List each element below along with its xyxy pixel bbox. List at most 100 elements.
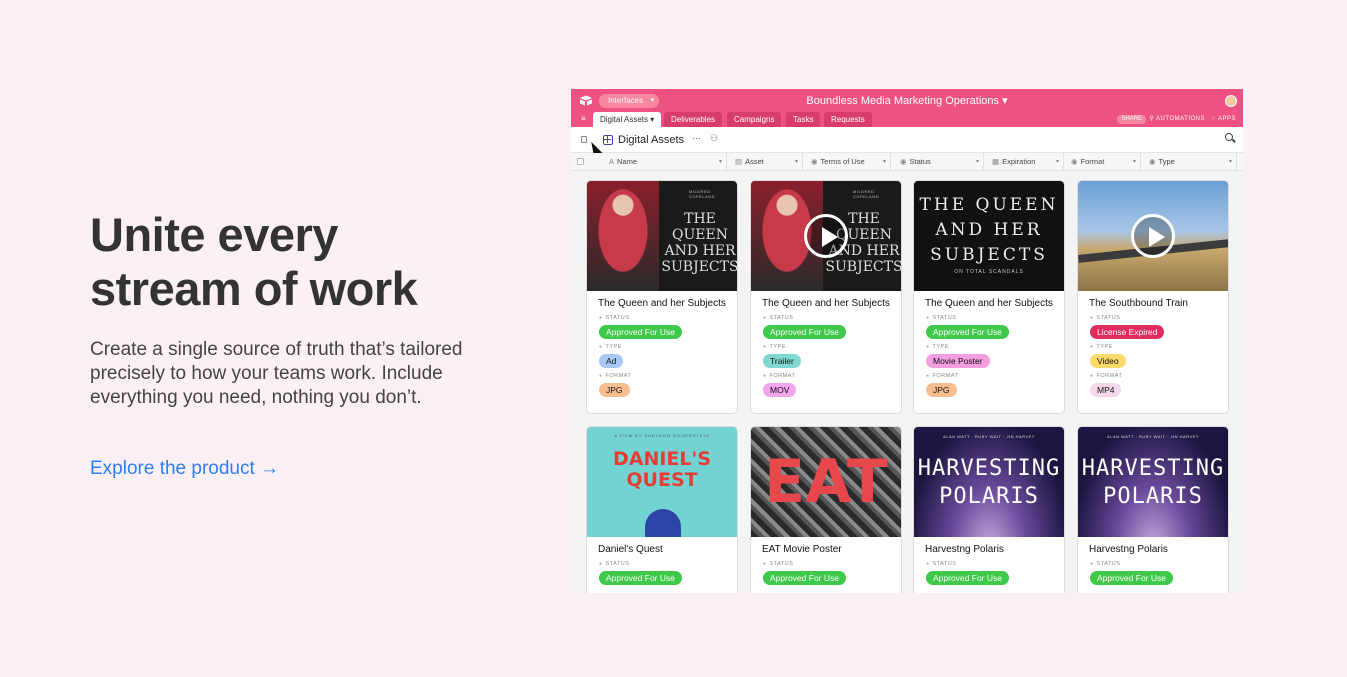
- grid-view-icon: [603, 135, 613, 145]
- menu-icon[interactable]: ≡: [581, 114, 586, 123]
- card-title: The Queen and her Subjects: [762, 298, 890, 309]
- status-label: STATUS: [1078, 557, 1228, 568]
- poster-title: DANIEL'S QUEST: [612, 448, 712, 491]
- chevron-down-icon: ▾: [1132, 159, 1136, 165]
- field-label: Asset: [745, 157, 764, 166]
- chevron-down-icon: ▾: [794, 159, 798, 165]
- play-icon[interactable]: [1131, 214, 1175, 258]
- share-button[interactable]: SHARE: [1117, 115, 1146, 124]
- status-label: STATUS: [914, 557, 1064, 568]
- select-icon: ◉: [900, 157, 907, 166]
- poster-credit: MILDRED COPELAND: [689, 189, 716, 199]
- field-expiration[interactable]: ▦ Expiration ▾: [988, 153, 1064, 171]
- format-badge: JPG: [599, 383, 630, 397]
- status-label: STATUS: [587, 311, 737, 322]
- gallery-card[interactable]: A FILM BY SHELDON SILVERSTEIN DANIEL'S Q…: [586, 426, 738, 593]
- status-badge: Approved For Use: [1090, 571, 1173, 585]
- card-title: Harvestng Polaris: [925, 544, 1004, 555]
- tab-requests[interactable]: Requests: [824, 112, 872, 127]
- field-asset[interactable]: ▤ Asset ▾: [731, 153, 803, 171]
- view-title[interactable]: Digital Assets: [618, 133, 684, 147]
- card-thumbnail: EAT: [751, 427, 901, 537]
- type-badge: Movie Poster: [926, 354, 990, 368]
- format-label: FORMAT: [751, 369, 901, 380]
- field-label: Expiration: [1002, 157, 1036, 166]
- field-label: Status: [909, 157, 931, 166]
- status-badge: License Expired: [1090, 325, 1165, 339]
- format-label: FORMAT: [587, 369, 737, 380]
- tab-campaigns[interactable]: Campaigns: [727, 112, 782, 127]
- top-bar: Interfaces ▾ Boundless Media Marketing O…: [571, 89, 1243, 112]
- field-terms-of-use[interactable]: ◉ Terms of Use ▾: [807, 153, 891, 171]
- sidebar-toggle-icon[interactable]: [581, 136, 587, 143]
- automations-button[interactable]: ⚲ AUTOMATIONS: [1149, 112, 1205, 127]
- type-badge: Ad: [599, 354, 624, 368]
- more-options-icon[interactable]: ···: [692, 133, 701, 143]
- hero-headline-line2: stream of work: [90, 262, 418, 315]
- gallery-card[interactable]: THE QUEEN AND HER SUBJECTS ON TOTAL SCAN…: [913, 180, 1065, 414]
- select-icon: ◉: [811, 157, 818, 166]
- field-name[interactable]: A Name ▾: [605, 153, 727, 171]
- card-thumbnail: [1078, 181, 1228, 291]
- view-bar: Digital Assets ··· ⚇: [571, 127, 1243, 159]
- field-status[interactable]: ◉ Status ▾: [896, 153, 984, 171]
- automations-label: AUTOMATIONS: [1156, 116, 1205, 122]
- search-icon[interactable]: [1225, 133, 1233, 141]
- chevron-down-icon: ▾: [718, 159, 722, 165]
- poster-title: HARVESTING POLARIS: [917, 456, 1061, 509]
- base-title[interactable]: Boundless Media Marketing Operations ▾: [571, 94, 1243, 108]
- people-icon[interactable]: ⚇: [710, 133, 718, 144]
- hero: Unite every stream of work Create a sing…: [90, 208, 510, 479]
- poster-credit: A FILM BY SHELDON SILVERSTEIN: [614, 433, 710, 438]
- field-format[interactable]: ◉ Format ▾: [1067, 153, 1141, 171]
- status-badge: Approved For Use: [926, 571, 1009, 585]
- status-badge: Approved For Use: [926, 325, 1009, 339]
- avatar[interactable]: [1225, 95, 1237, 107]
- status-label: STATUS: [751, 311, 901, 322]
- poster-credit: MILDRED COPELAND: [853, 189, 880, 199]
- card-title: Harvestng Polaris: [1089, 544, 1168, 555]
- poster-figure: [645, 509, 681, 537]
- field-label: Name: [617, 157, 638, 166]
- field-label: Format: [1080, 157, 1105, 166]
- explore-product-link[interactable]: Explore the product →: [90, 458, 279, 480]
- card-thumbnail: THE QUEEN AND HER SUBJECTS ON TOTAL SCAN…: [914, 181, 1064, 291]
- play-icon[interactable]: [804, 214, 848, 258]
- field-type[interactable]: ◉ Type ▾: [1145, 153, 1237, 171]
- format-badge: MOV: [763, 383, 797, 397]
- select-all-checkbox[interactable]: [577, 158, 584, 165]
- format-label: FORMAT: [914, 369, 1064, 380]
- type-badge: Trailer: [763, 354, 801, 368]
- poster-portrait: [587, 181, 659, 291]
- type-label: TYPE: [914, 340, 1064, 351]
- field-label: Terms of Use: [820, 157, 865, 166]
- hero-headline-line1: Unite every: [90, 208, 338, 261]
- gallery-card[interactable]: MILDRED COPELAND THE QUEEN AND HER SUBJE…: [586, 180, 738, 414]
- poster-subtitle: ON TOTAL SCANDALS: [954, 269, 1024, 275]
- tab-deliverables[interactable]: Deliverables: [664, 112, 723, 127]
- status-label: STATUS: [1078, 311, 1228, 322]
- hero-headline: Unite every stream of work: [90, 208, 510, 316]
- attachment-icon: ▤: [735, 157, 743, 166]
- tab-tasks[interactable]: Tasks: [786, 112, 821, 127]
- calendar-icon: ▦: [992, 157, 1000, 166]
- status-label: STATUS: [751, 557, 901, 568]
- card-thumbnail: MILDRED COPELAND THE QUEEN AND HER SUBJE…: [751, 181, 901, 291]
- poster-title: THE QUEEN AND HER SUBJECTS: [919, 195, 1059, 265]
- type-badge: Video: [1090, 354, 1126, 368]
- tab-digital-assets[interactable]: Digital Assets ▾: [593, 112, 662, 127]
- poster-credit: ALAN WATT · RUBY WAIT · JIN HARVEY: [1107, 434, 1199, 439]
- type-label: TYPE: [587, 340, 737, 351]
- gallery-card[interactable]: ALAN WATT · RUBY WAIT · JIN HARVEY HARVE…: [913, 426, 1065, 593]
- poster-title: EAT: [764, 447, 888, 517]
- poster-title: THE QUEEN AND HER SUBJECTS: [661, 211, 737, 275]
- card-title: Daniel's Quest: [598, 544, 663, 555]
- status-label: STATUS: [914, 311, 1064, 322]
- gallery-card[interactable]: EAT EAT Movie Poster STATUS Approved For…: [750, 426, 902, 593]
- apps-button[interactable]: ⁘ APPS: [1211, 112, 1236, 127]
- gallery-card[interactable]: ALAN WATT · RUBY WAIT · JIN HARVEY HARVE…: [1077, 426, 1229, 593]
- status-label: STATUS: [587, 557, 737, 568]
- gallery-card[interactable]: MILDRED COPELAND THE QUEEN AND HER SUBJE…: [750, 180, 902, 414]
- gallery-card[interactable]: The Southbound Train STATUS License Expi…: [1077, 180, 1229, 414]
- format-label: FORMAT: [1078, 369, 1228, 380]
